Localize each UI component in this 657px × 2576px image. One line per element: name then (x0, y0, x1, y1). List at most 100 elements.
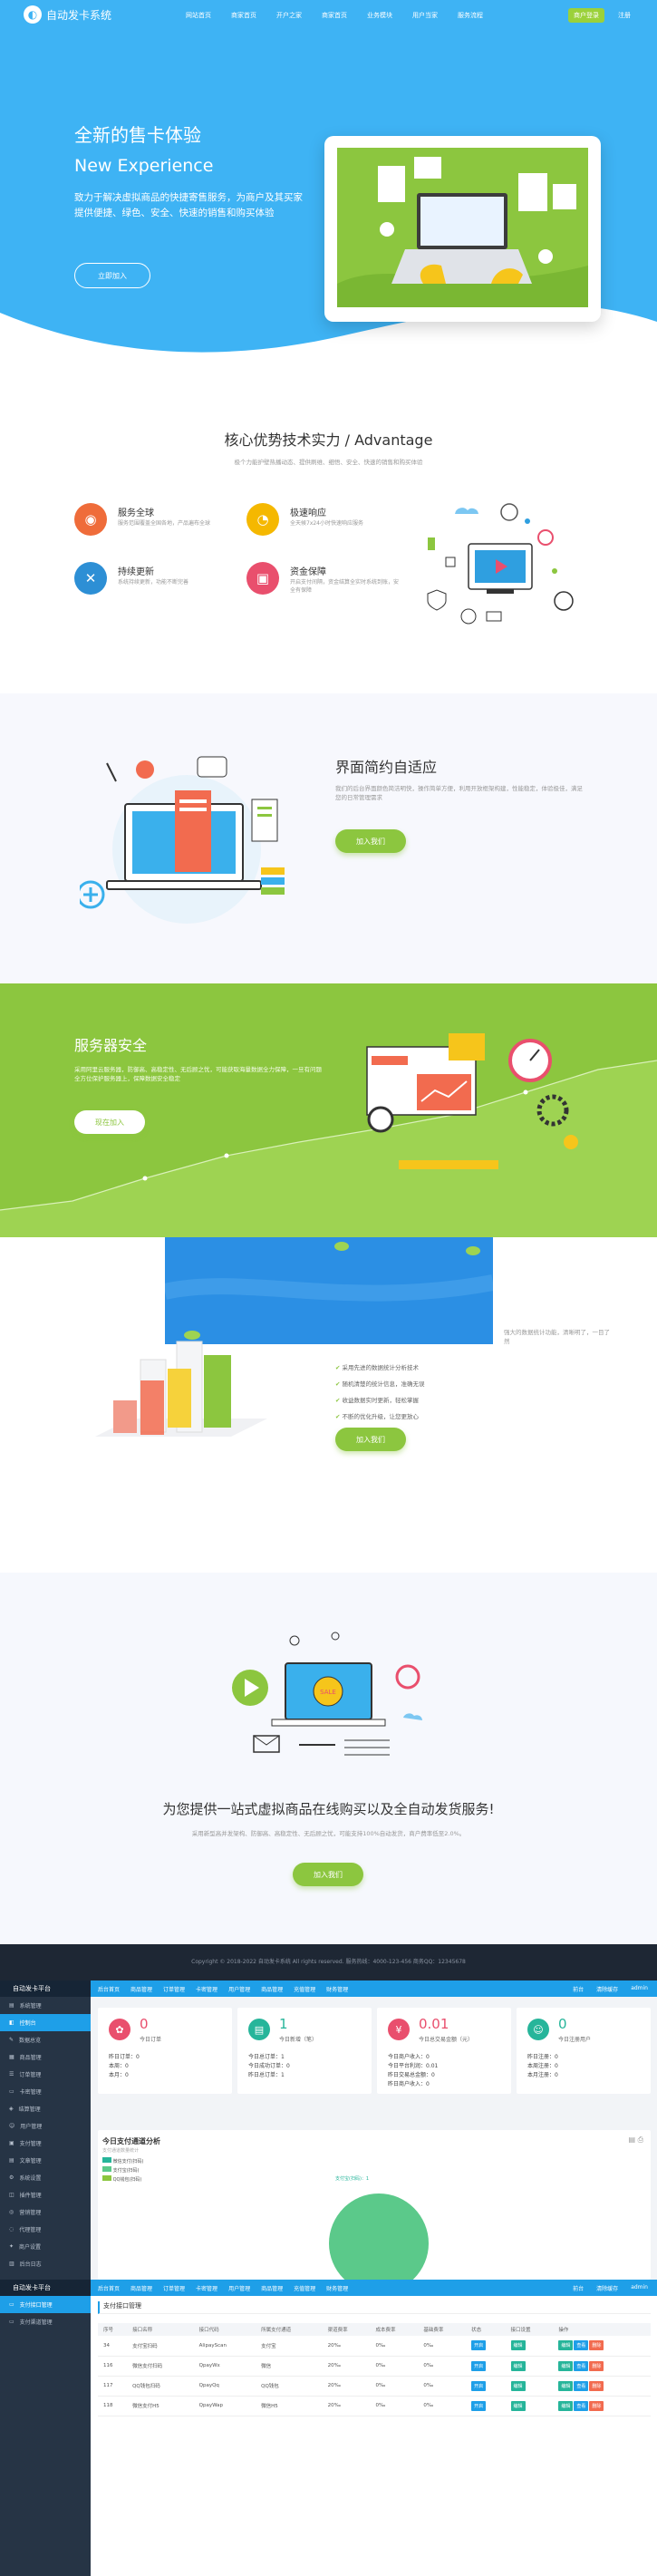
edit-button[interactable]: 编辑 (558, 2340, 574, 2351)
delete-button[interactable]: 删除 (589, 2380, 604, 2391)
admin-nav-item[interactable]: 后台首页 (98, 2284, 120, 2292)
admin-nav-item[interactable]: 充值管理 (294, 2284, 315, 2292)
delete-button[interactable]: 删除 (589, 2400, 604, 2411)
security-join-button[interactable]: 现在加入 (74, 1110, 145, 1134)
delete-button[interactable]: 删除 (589, 2360, 604, 2371)
data-desc: 强大的数据统计功能，清晰明了，一目了然 (504, 1329, 610, 1345)
table-cell: 微信H5 (256, 2396, 323, 2416)
security-desc: 采用阿里云服务器，防御高、高稳定性、无后顾之忧，可能获取海量数据全力保障，一旦有… (74, 1066, 322, 1082)
view-button[interactable]: 查看 (574, 2360, 589, 2371)
view-button[interactable]: 查看 (574, 2380, 589, 2391)
sidebar-item[interactable]: ◎ 营销管理 (0, 2203, 91, 2221)
sidebar-item-label: 支付管理 (19, 2141, 42, 2147)
view-button[interactable]: 查看 (574, 2400, 589, 2411)
admin-topbar: 自动发卡平台 后台首页 商品管理 订单管理 卡密管理 用户管理 商品管理 充值管… (0, 2280, 657, 2296)
nav-item-users[interactable]: 用户当家 (412, 11, 438, 20)
status-toggle[interactable]: 开启 (471, 2360, 487, 2371)
admin-logo[interactable]: 自动发卡平台 (0, 1980, 91, 1997)
admin-nav-item[interactable]: 用户管理 (228, 2284, 250, 2292)
sidebar-item[interactable]: ▤ 系统管理 (0, 1997, 91, 2014)
legend-item[interactable]: 微信支付(扫码) (102, 2157, 144, 2166)
sidebar-item[interactable]: ▦ 商品管理 (0, 2048, 91, 2066)
sidebar-item[interactable]: ◈ 结算管理 (0, 2100, 91, 2117)
menu-icon: ▦ (9, 2054, 14, 2060)
status-toggle[interactable]: 开启 (471, 2380, 487, 2391)
sidebar-item[interactable]: ✦ 商户设置 (0, 2238, 91, 2255)
table-cell: QQ钱包扫码 (127, 2376, 194, 2397)
site-logo[interactable]: ◐ 自动发卡系统 (24, 5, 111, 24)
sidebar-item[interactable]: ▣ 支付管理 (0, 2135, 91, 2152)
admin-nav-item[interactable]: 商品管理 (261, 1985, 283, 1993)
admin-nav-item[interactable]: 财务管理 (326, 2284, 348, 2292)
merchant-login-button[interactable]: 商户登录 (568, 8, 604, 23)
table-cell: 20‰ (322, 2396, 371, 2416)
stat-row: 昨日总订单：1 (248, 2072, 285, 2078)
sidebar-item[interactable]: ◌ 代理管理 (0, 2221, 91, 2238)
admin-nav-item[interactable]: 商品管理 (130, 2284, 152, 2292)
nav-item-open[interactable]: 开户之家 (276, 11, 302, 20)
admin-user-menu[interactable]: admin (631, 2284, 648, 2292)
edit-button[interactable]: 编辑 (558, 2360, 574, 2371)
one-stop-join-button[interactable]: 加入我们 (293, 1863, 363, 1886)
status-toggle[interactable]: 开启 (471, 2400, 487, 2411)
advantage-illustration (427, 503, 574, 625)
ui-section: 界面简约自适应 我们的后台界面颜色简洁明快，操作简单方便，利用开放框架构建，性能… (0, 693, 657, 983)
nav-item-business[interactable]: 业务模块 (367, 11, 392, 20)
sidebar-item[interactable]: ▥ 后台日志 (0, 2255, 91, 2272)
chart-tools-icon[interactable]: ▤ ⎙ (628, 2135, 643, 2145)
nav-item-flow[interactable]: 服务流程 (458, 11, 483, 20)
stat-row: 今日商户收入：0 (388, 2054, 430, 2060)
edit-button[interactable]: 编辑 (558, 2400, 574, 2411)
sidebar-item-active[interactable]: ◧ 控制台 (0, 2014, 91, 2031)
edit-button[interactable]: 编辑 (558, 2380, 574, 2391)
nav-item-home[interactable]: 网站首页 (186, 11, 211, 20)
view-button[interactable]: 查看 (574, 2340, 589, 2351)
data-join-button[interactable]: 加入我们 (335, 1428, 406, 1451)
table-cell: 0‰ (418, 2336, 467, 2357)
nav-item-merchant[interactable]: 商家首页 (231, 11, 256, 20)
security-section: 服务器安全 采用阿里云服务器，防御高、高稳定性、无后顾之忧，可能获取海量数据全力… (0, 983, 657, 1237)
edit-button[interactable]: 编辑 (510, 2360, 526, 2371)
stat-value: 1 (279, 2016, 288, 2032)
nav-item-merchant-2[interactable]: 商家首页 (322, 11, 347, 20)
sidebar-item-active[interactable]: ▭ 支付接口管理 (0, 2296, 91, 2313)
admin-clear-cache[interactable]: 清除缓存 (596, 2284, 618, 2292)
sidebar-item[interactable]: ▤ 文章管理 (0, 2152, 91, 2169)
admin-nav-item[interactable]: 后台首页 (98, 1985, 120, 1993)
admin-nav-item[interactable]: 商品管理 (130, 1985, 152, 1993)
delete-button[interactable]: 删除 (589, 2340, 604, 2351)
menu-icon: ▣ (9, 2140, 14, 2146)
sidebar-item[interactable]: ◫ 插件管理 (0, 2186, 91, 2203)
admin-nav-item[interactable]: 卡密管理 (196, 2284, 217, 2292)
ui-join-button[interactable]: 加入我们 (335, 829, 406, 853)
edit-button[interactable]: 编辑 (510, 2340, 526, 2351)
sidebar-item[interactable]: ▭ 卡密管理 (0, 2083, 91, 2100)
admin-nav-item[interactable]: 财务管理 (326, 1985, 348, 1993)
admin-user-menu[interactable]: admin (631, 1985, 648, 1993)
sidebar-item[interactable]: ☺ 用户管理 (0, 2117, 91, 2135)
admin-front-link[interactable]: 前台 (573, 2284, 584, 2292)
sidebar-item[interactable]: ⚙ 系统设置 (0, 2169, 91, 2186)
admin-clear-cache[interactable]: 清除缓存 (596, 1985, 618, 1993)
legend-item[interactable]: 支付宝(扫码) (102, 2166, 144, 2175)
admin-nav-item[interactable]: 卡密管理 (196, 1985, 217, 1993)
stat-row: 昨日交易总金额：0 (388, 2072, 435, 2078)
admin-nav-item[interactable]: 商品管理 (261, 2284, 283, 2292)
register-link[interactable]: 注册 (618, 11, 631, 20)
pie-chart[interactable] (329, 2193, 429, 2280)
edit-button[interactable]: 编辑 (510, 2400, 526, 2411)
sidebar-item[interactable]: ☰ 订单管理 (0, 2066, 91, 2083)
sidebar-item[interactable]: ▭ 支付渠道管理 (0, 2313, 91, 2330)
admin-logo[interactable]: 自动发卡平台 (0, 2280, 91, 2296)
admin-nav-item[interactable]: 充值管理 (294, 1985, 315, 1993)
admin-front-link[interactable]: 前台 (573, 1985, 584, 1993)
admin-nav-item[interactable]: 订单管理 (163, 1985, 185, 1993)
status-toggle[interactable]: 开启 (471, 2340, 487, 2351)
legend-item[interactable]: QQ钱包(扫码) (102, 2175, 144, 2184)
sidebar-item[interactable]: ✎ 数据总览 (0, 2031, 91, 2048)
admin-nav-item[interactable]: 用户管理 (228, 1985, 250, 1993)
edit-button[interactable]: 编辑 (510, 2380, 526, 2391)
legend-label: 支付宝(扫码) (112, 2168, 140, 2174)
admin-nav-item[interactable]: 订单管理 (163, 2284, 185, 2292)
check-item-text: 不断的优化升级，让您更放心 (342, 1413, 420, 1420)
